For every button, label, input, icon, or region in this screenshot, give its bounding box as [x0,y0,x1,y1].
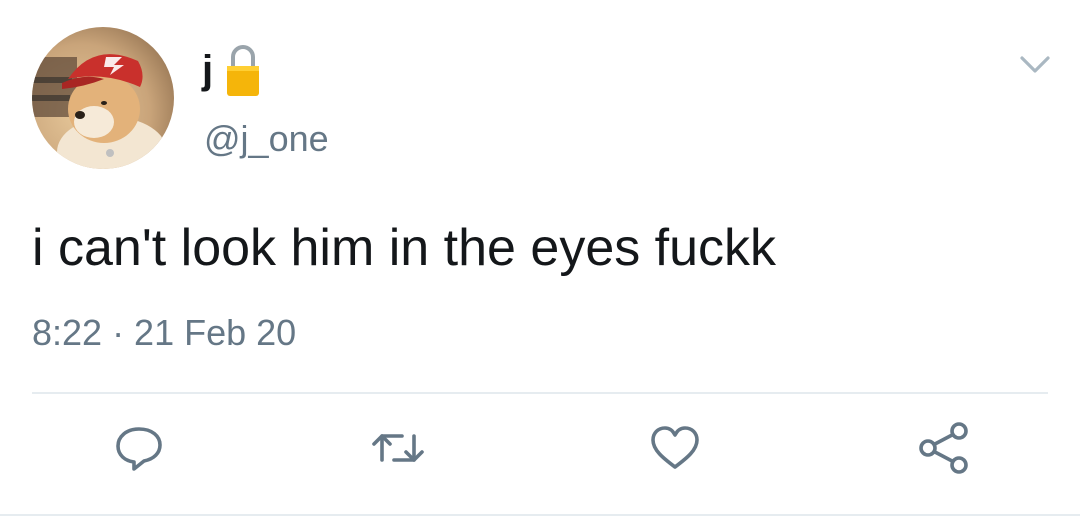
reply-icon [113,424,165,477]
timestamp[interactable]: 8:22 · 21 Feb 20 [32,313,296,353]
display-name-row: j [202,42,261,98]
chevron-down-icon[interactable] [1019,54,1051,76]
share-icon [918,421,970,479]
like-button[interactable] [645,420,705,480]
share-button[interactable] [914,420,974,480]
tweet-text: i can't look him in the eyes fuckk [32,219,777,277]
retweet-button[interactable] [368,420,428,480]
display-name[interactable]: j [202,50,213,90]
lock-icon [225,42,261,98]
handle[interactable]: @j_one [204,119,329,159]
retweet-icon [370,426,426,475]
bottom-divider [0,514,1080,516]
divider [32,392,1048,394]
action-bar [0,420,1080,490]
avatar[interactable] [32,27,174,169]
reply-button[interactable] [109,420,169,480]
heart-icon [649,425,701,476]
tweet-card: j @j_one i can't look him in the eyes fu… [0,0,1080,532]
